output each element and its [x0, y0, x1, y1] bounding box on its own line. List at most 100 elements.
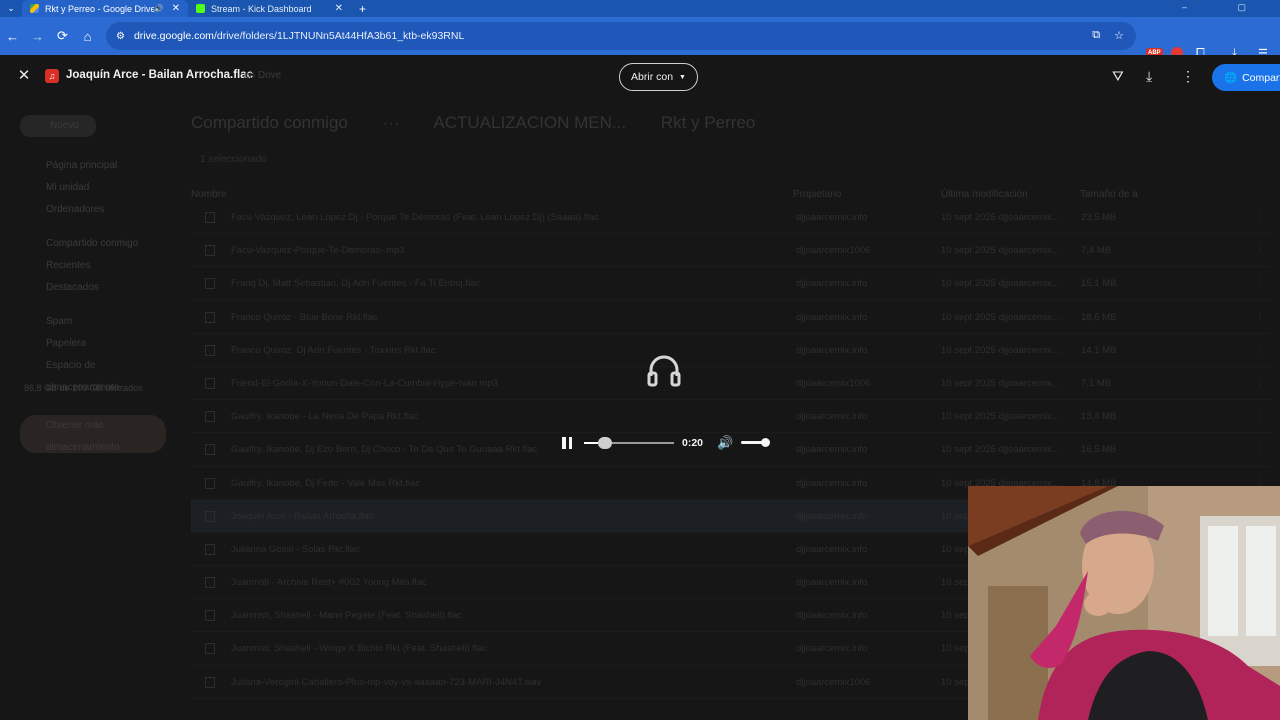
row-more-icon[interactable]: ⋮ [1255, 211, 1265, 222]
file-name[interactable]: Juliana-Verogini-Caballero-Plus-mp-voy-v… [231, 677, 541, 688]
table-row[interactable]: Franco Quiroz, Dj Adri Fuentes - Toxxins… [191, 334, 1271, 367]
file-name[interactable]: Juanmsti, Shashell - Mami Pegate (Feat. … [231, 610, 462, 621]
home-icon[interactable]: ⌂ [75, 17, 100, 55]
address-bar[interactable]: ⚙ drive.google.com/drive/folders/1LJTNUN… [106, 22, 1136, 50]
new-button[interactable]: Nuevo [20, 115, 96, 137]
download-icon[interactable]: ⤓ [1146, 68, 1152, 85]
volume-handle[interactable] [761, 438, 770, 447]
file-name[interactable]: Franco Quiroz - Blue Bone Rkt.flac [231, 312, 378, 323]
back-arrow-icon[interactable]: ← [0, 17, 25, 55]
breadcrumb-item[interactable]: ··· [383, 113, 400, 132]
sidebar-item-starred[interactable]: Destacados [20, 277, 170, 299]
file-name[interactable]: Friend-El-Gorila-X-Yonun-Dale-Con-La-Cum… [231, 378, 498, 389]
table-row[interactable]: Franq Dj, Matt Sebastian, Dj Adri Fuente… [191, 267, 1271, 301]
tab-google-drive[interactable]: Rkt y Perreo - Google Drive 🔊 ✕ [22, 0, 188, 17]
share-button[interactable]: 🌐 Compart [1212, 64, 1280, 91]
file-name[interactable]: Joaquin Arce - Bailan Arrocha.flac [231, 511, 374, 522]
bookmark-star-icon[interactable]: ☆ [1114, 29, 1124, 42]
col-size[interactable]: Tamaño de a [1080, 189, 1138, 200]
close-viewer-icon[interactable]: ✕ [15, 67, 33, 85]
col-name[interactable]: Nombre [191, 189, 227, 200]
sidebar-item-my-drive[interactable]: Mi unidad [20, 177, 170, 199]
caret-down-icon: ▼ [679, 73, 686, 81]
reload-icon[interactable]: ⟳ [50, 17, 75, 55]
share-label: Compart [1242, 71, 1280, 84]
drive-sidebar: Nuevo Página principal Mi unidad Ordenad… [20, 115, 170, 453]
sidebar-item-shared[interactable]: Compartido conmigo [20, 233, 170, 255]
audio-file-icon [205, 377, 215, 389]
file-owner: djjoaarcemix.info [796, 510, 868, 522]
sidebar-item-trash[interactable]: Papelera [20, 333, 170, 355]
col-owner[interactable]: Propietario [793, 189, 841, 200]
viewer-file-title: Joaquín Arce - Bailan Arrocha.flac [66, 69, 254, 81]
table-row[interactable]: Franco Quiroz - Blue Bone Rkt.flac djjoaa… [191, 301, 1271, 334]
audio-file-icon [205, 311, 215, 323]
audio-file-icon [205, 643, 215, 655]
tab-search-chevron-icon[interactable]: ⌄ [0, 0, 22, 17]
pause-icon[interactable] [562, 437, 572, 449]
row-more-icon[interactable]: ⋮ [1255, 344, 1265, 355]
row-more-icon[interactable]: ⋮ [1255, 377, 1265, 388]
file-owner: djjoaarcemix.info [796, 444, 868, 456]
file-name[interactable]: Gaulfry, Ikanobe - La Nena De Papa Rkt.f… [231, 411, 418, 422]
file-owner: djjoaarcemix.info [796, 212, 868, 223]
cast-icon[interactable]: ⧉ [1092, 29, 1100, 42]
table-row[interactable]: Friend-El-Gorila-X-Yonun-Dale-Con-La-Cum… [191, 367, 1271, 401]
browser-tab-strip: ⌄ Rkt y Perreo - Google Drive 🔊 ✕ Stream… [0, 0, 1280, 17]
file-name[interactable]: Juanmsti, Shashell - Wings X Bichio Rkt … [231, 643, 487, 654]
col-modified[interactable]: Última modificación [941, 189, 1028, 200]
breadcrumb-item[interactable]: ACTUALIZACION MEN... [433, 113, 626, 132]
breadcrumb-item[interactable]: Compartido conmigo [191, 113, 348, 132]
file-modified: 10 sept 2025 djjoaarcemix... [941, 377, 1060, 389]
url-text[interactable]: drive.google.com/drive/folders/1LJTNUNn5… [134, 30, 464, 42]
row-more-icon[interactable]: ⋮ [1255, 277, 1265, 288]
audio-file-icon [205, 344, 215, 356]
audio-file-icon [205, 610, 215, 622]
speaker-icon[interactable]: 🔊 [154, 4, 164, 13]
current-time: 0:20 [682, 437, 704, 449]
file-name[interactable]: Juanmsti - Archive Rest+ #002 Young Milo… [231, 577, 427, 588]
row-more-icon[interactable]: ⋮ [1255, 244, 1265, 255]
audio-file-icon [205, 543, 215, 555]
get-storage-button[interactable]: Obtener más almacenamiento [20, 415, 166, 453]
seek-bar[interactable] [584, 437, 674, 449]
seek-handle[interactable] [598, 437, 612, 449]
file-name[interactable]: Gaulfry, Ikanobe, Dj Ezo Bern, Dj Choco … [231, 444, 537, 455]
forward-arrow-icon[interactable]: → [25, 17, 50, 55]
audio-file-icon [205, 245, 215, 257]
sidebar-item-recent[interactable]: Recientes [20, 255, 170, 277]
table-row[interactable]: Facu Vazquez, Lean Lopez Dj - Porque Te … [191, 201, 1271, 235]
sidebar-item-home[interactable]: Página principal [20, 155, 170, 177]
close-tab-icon[interactable]: ✕ [172, 3, 180, 14]
row-more-icon[interactable]: ⋮ [1255, 443, 1265, 454]
file-name[interactable]: Julianna Gossi - Solas Rkt.flac [231, 544, 360, 555]
add-shortcut-drive-icon[interactable]: ⛛ [1112, 68, 1124, 85]
sidebar-item-spam[interactable]: Spam [20, 311, 170, 333]
file-owner: djjoaarcemix.info [796, 344, 868, 356]
breadcrumb-item[interactable]: Rkt y Perreo [661, 113, 755, 132]
table-row[interactable]: Gaulfry, Ikanobe - La Nena De Papa Rkt.f… [191, 400, 1271, 434]
file-name[interactable]: Facu-Vazquez-Porque-Te-Demoras-.mp3 [231, 245, 405, 256]
open-with-button[interactable]: Abrir con ▼ [619, 63, 698, 91]
sidebar-item-computers[interactable]: Ordenadores [20, 199, 170, 221]
new-tab-plus-icon[interactable]: + [359, 2, 366, 16]
window-controls[interactable]: – ▢ [1182, 2, 1270, 13]
file-name[interactable]: Gaulfry, Ikanobe, Dj Fedo - Vale Mas Rkt… [231, 478, 420, 489]
audio-player: 0:20 🔊 [556, 430, 774, 456]
file-name[interactable]: Franq Dj, Matt Sebastian, Dj Adri Fuente… [231, 278, 480, 289]
row-more-icon[interactable]: ⋮ [1255, 410, 1265, 421]
file-name[interactable]: Franco Quiroz, Dj Adri Fuentes - Toxxins… [231, 345, 436, 356]
file-name[interactable]: Facu Vazquez, Lean Lopez Dj - Porque Te … [231, 212, 599, 223]
more-options-icon[interactable]: ⋮ [1181, 68, 1195, 85]
file-size: 13,4 MB [1081, 411, 1117, 423]
globe-icon: 🌐 [1224, 72, 1238, 84]
row-more-icon[interactable]: ⋮ [1255, 311, 1265, 322]
volume-icon[interactable]: 🔊 [717, 435, 733, 451]
file-owner: djjoaarcemix.info [796, 610, 868, 622]
audio-file-icon [205, 212, 215, 223]
tab-kick-dashboard[interactable]: Stream - Kick Dashboard ✕ [188, 0, 351, 17]
sidebar-item-storage[interactable]: Espacio de almacenamiento [20, 355, 170, 393]
close-tab-icon[interactable]: ✕ [335, 3, 343, 14]
site-info-icon[interactable]: ⚙ [116, 31, 125, 42]
table-row[interactable]: Facu-Vazquez-Porque-Te-Demoras-.mp3 djjoa… [191, 234, 1271, 268]
